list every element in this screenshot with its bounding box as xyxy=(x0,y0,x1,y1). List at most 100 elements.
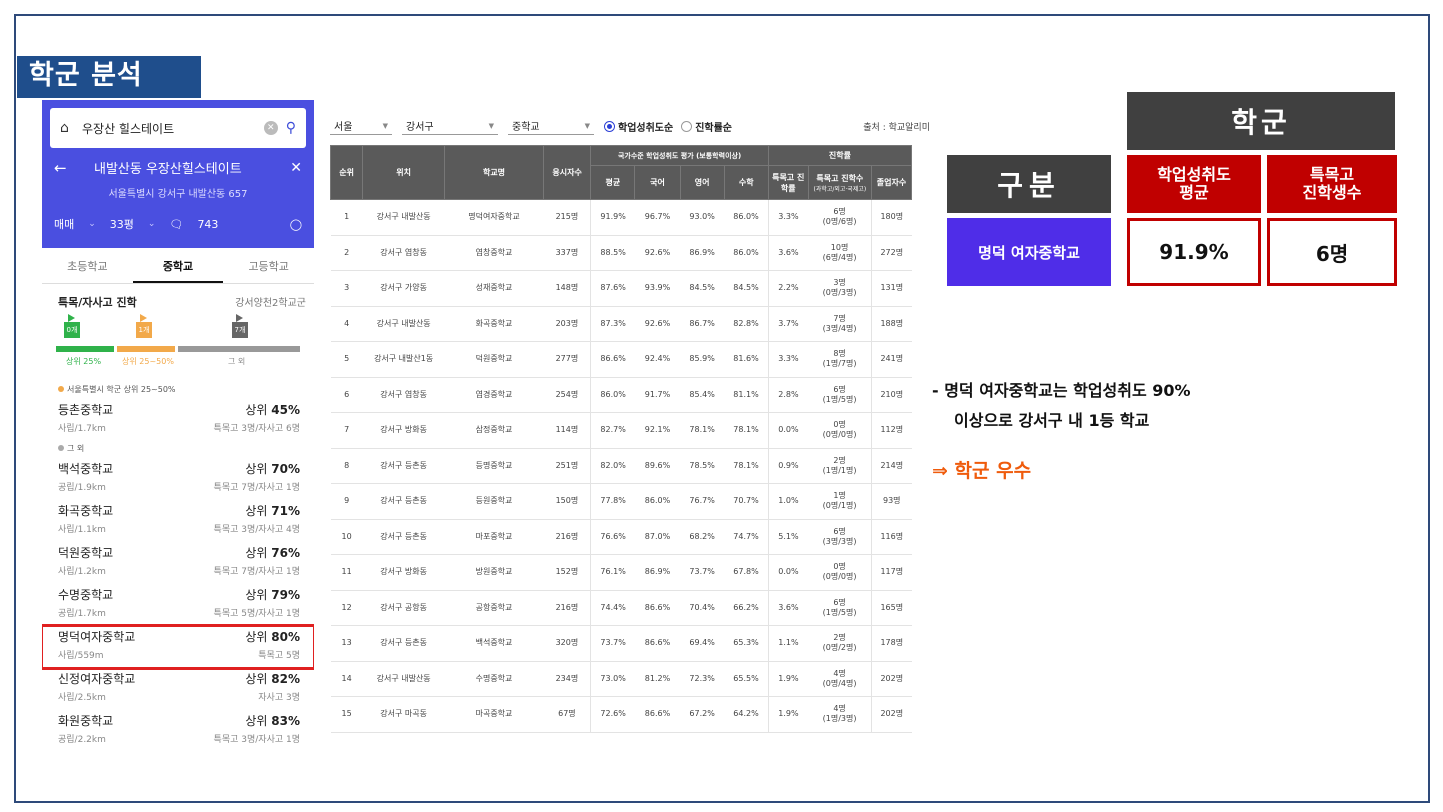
complex-address: 서울특별시 강서구 내발산동 657 xyxy=(108,189,248,200)
table-cell: 241명 xyxy=(871,341,912,378)
table-cell: 강서구 내발산동 xyxy=(362,306,445,342)
school-list-item[interactable]: 수명중학교 상위 79% 공립/1.7km 특목고 5명/자사고 1명 xyxy=(42,584,314,626)
table-cell: 81.2% xyxy=(634,661,681,697)
source-label: 출처 : 학교알리미 xyxy=(863,122,930,133)
school-list-item[interactable]: 명덕여자중학교 상위 80% 사립/559m 특목고 5명 xyxy=(42,624,314,670)
table-cell: 76.1% xyxy=(590,554,635,591)
sort-achievement-radio[interactable]: 학업성취도순 xyxy=(604,119,673,134)
school-list-item[interactable]: 신정여자중학교 상위 82% 사립/2.5km 자사고 3명 xyxy=(42,668,314,710)
table-cell: 82.7% xyxy=(590,412,635,449)
table-cell: 180명 xyxy=(871,199,912,236)
table-cell: 4명 (0명/4명) xyxy=(808,661,872,697)
table-cell: 82.8% xyxy=(724,306,769,342)
table-cell: 86.6% xyxy=(634,590,681,626)
search-input[interactable]: 우장산 힐스테이트 xyxy=(82,120,264,137)
tab-middle[interactable]: 중학교 xyxy=(132,252,224,283)
table-cell: 성재중학교 xyxy=(444,270,544,307)
col-korean: 국어 xyxy=(634,165,681,200)
school-list-item[interactable]: 화원중학교 상위 83% 공립/2.2km 특목고 3명/자사고 1명 xyxy=(42,710,314,752)
table-cell: 85.4% xyxy=(680,377,725,413)
school-rank: 상위 45% xyxy=(245,403,300,417)
search-icon[interactable]: ⚲ xyxy=(286,120,296,136)
mobile-app-panel: ⌂ 우장산 힐스테이트 ✕ ⚲ ← 내발산동 우장산힐스테이트 ✕ 서울특별시 … xyxy=(42,100,314,780)
table-cell: 202명 xyxy=(871,661,912,697)
table-cell: 70.7% xyxy=(724,483,769,520)
summary-school-header: 학군 xyxy=(1127,92,1395,150)
note-line: - 명덕 여자중학교는 학업성취도 90% xyxy=(932,381,1191,400)
table-cell: 강서구 등촌동 xyxy=(362,625,445,662)
table-cell: 1.1% xyxy=(767,625,809,662)
table-cell: 202명 xyxy=(871,696,912,733)
table-row: 10 강서구 등촌동 마포중학교 216명 76.6% 87.0% 68.2% 74.7% 5.… xyxy=(330,519,912,555)
bell-icon[interactable]: ◯ xyxy=(290,218,302,231)
rank-bar-top25 xyxy=(56,346,114,352)
table-cell: 1.9% xyxy=(767,696,809,733)
table-cell: 5.1% xyxy=(767,519,809,555)
back-arrow-icon[interactable]: ← xyxy=(54,159,94,177)
table-cell: 6 xyxy=(330,377,363,413)
table-cell: 2.8% xyxy=(767,377,809,413)
table-cell: 86.0% xyxy=(634,483,681,520)
col-avg: 평균 xyxy=(590,165,636,200)
school-list-item[interactable]: 등촌중학교 상위 45% 사립/1.7km 특목고 3명/자사고 6명 xyxy=(42,399,314,441)
school-district-label[interactable]: 강서양천2학교군 xyxy=(235,294,306,310)
table-cell: 91.7% xyxy=(634,377,681,413)
table-cell: 86.0% xyxy=(724,199,769,236)
table-cell: 1.9% xyxy=(767,661,809,697)
table-cell: 188명 xyxy=(871,306,912,342)
table-cell: 92.1% xyxy=(634,412,681,449)
school-level-select[interactable]: 중학교 ▼ xyxy=(508,117,594,135)
table-cell: 0.0% xyxy=(767,554,809,591)
chevron-down-icon[interactable]: ⌄ xyxy=(88,219,96,229)
table-row: 14 강서구 내발산동 수명중학교 234명 73.0% 81.2% 72.3% 65.5% 1… xyxy=(330,661,912,697)
chevron-down-icon[interactable]: ⌄ xyxy=(148,219,156,229)
table-cell: 3.7% xyxy=(767,306,809,342)
tab-elementary[interactable]: 초등학교 xyxy=(42,252,133,283)
table-cell: 91.9% xyxy=(590,199,635,236)
table-cell: 78.1% xyxy=(680,412,725,449)
district-select[interactable]: 강서구 ▼ xyxy=(402,117,498,135)
col-math: 수학 xyxy=(723,165,769,200)
comment-icon[interactable]: 🗨 xyxy=(169,218,183,231)
table-cell: 백석중학교 xyxy=(444,625,544,662)
clear-icon[interactable]: ✕ xyxy=(263,121,278,135)
table-cell: 78.5% xyxy=(680,448,725,484)
table-cell: 강서구 등촌동 xyxy=(362,519,445,555)
tab-high[interactable]: 고등학교 xyxy=(223,252,314,283)
school-list-item[interactable]: 백석중학교 상위 70% 공립/1.9km 특목고 7명/자사고 1명 xyxy=(42,458,314,500)
table-cell: 86.0% xyxy=(590,377,635,413)
table-cell: 86.0% xyxy=(724,235,769,271)
table-cell: 165명 xyxy=(871,590,912,626)
school-level-tabs: 초등학교 중학교 고등학교 xyxy=(42,252,314,284)
home-icon[interactable]: ⌂ xyxy=(60,120,78,136)
table-cell: 7 xyxy=(330,412,363,449)
table-cell: 명덕여자중학교 xyxy=(444,199,544,236)
sort-advance-radio[interactable]: 진학률순 xyxy=(681,119,732,134)
school-rank: 상위 80% xyxy=(245,630,300,644)
dropdown-arrow-icon: ▼ xyxy=(382,121,388,130)
table-row: 5 강서구 내발산1동 덕원중학교 277명 86.6% 92.4% 85.9% 81.6% 3… xyxy=(330,341,912,378)
flag-label: 7개 xyxy=(234,326,246,334)
school-list-item[interactable]: 화곡중학교 상위 71% 사립/1.1km 특목고 3명/자사고 4명 xyxy=(42,500,314,542)
table-cell: 88.5% xyxy=(590,235,635,271)
search-bar[interactable]: ⌂ 우장산 힐스테이트 ✕ ⚲ xyxy=(50,108,306,148)
table-cell: 등원중학교 xyxy=(444,483,544,520)
table-cell: 강서구 내발산1동 xyxy=(362,341,445,378)
size-select[interactable]: 33평 xyxy=(110,216,134,232)
comment-count[interactable]: 743 xyxy=(197,218,218,231)
school-rank: 상위 70% xyxy=(245,462,300,476)
table-cell: 마곡중학교 xyxy=(444,696,544,733)
table-cell: 216명 xyxy=(543,519,591,555)
close-icon[interactable]: ✕ xyxy=(290,160,302,176)
deal-type-select[interactable]: 매매 xyxy=(54,216,74,232)
school-list-item[interactable]: 덕원중학교 상위 76% 사립/1.2km 특목고 7명/자사고 1명 xyxy=(42,542,314,584)
table-cell: 112명 xyxy=(871,412,912,449)
school-advance-info: 특목고 3명/자사고 1명 xyxy=(213,735,300,745)
table-cell: 화곡중학교 xyxy=(444,306,544,342)
table-cell: 92.6% xyxy=(634,306,681,342)
city-select[interactable]: 서울 ▼ xyxy=(330,117,392,135)
table-cell: 78.1% xyxy=(724,412,769,449)
table-cell: 93.9% xyxy=(634,270,681,307)
school-rank: 상위 82% xyxy=(245,672,300,686)
table-cell: 덕원중학교 xyxy=(444,341,544,378)
